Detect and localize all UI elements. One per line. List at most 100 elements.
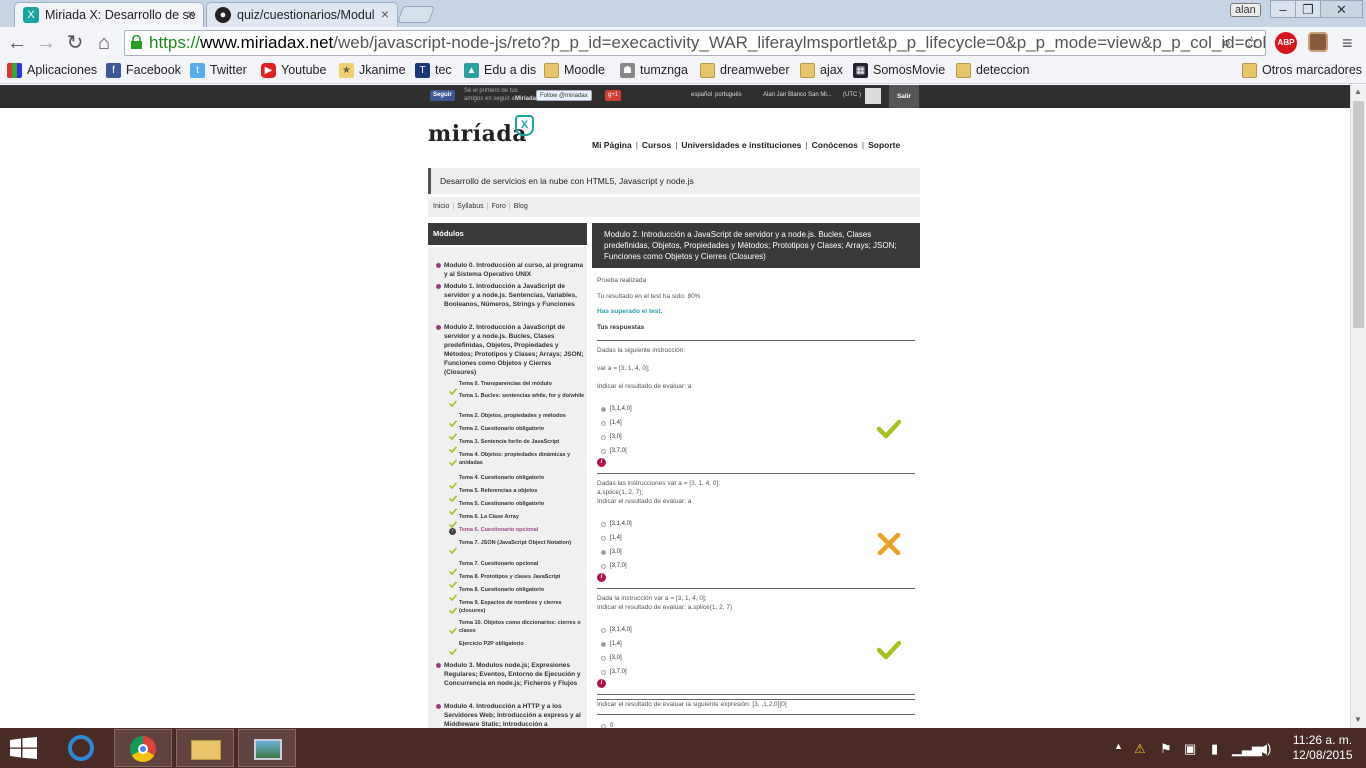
back-icon[interactable]: ← (5, 31, 29, 55)
info-icon[interactable]: i (597, 679, 606, 688)
sidebar-module-4[interactable]: Modulo 4. Introducción a HTTP y a los Se… (444, 702, 584, 728)
tab-miriada[interactable]: X Miriada X: Desarrollo de se × (14, 2, 204, 27)
avatar[interactable] (865, 88, 881, 104)
warning-icon[interactable]: ⚠ (1134, 741, 1146, 757)
sidebar-tema-item[interactable]: Tema 6. Cuestionario opcional (459, 527, 585, 535)
sidebar-tema-item[interactable]: Ejercicio P2P obligatorio (459, 641, 585, 649)
chrome-icon[interactable] (114, 729, 172, 767)
sidebar-tema-item[interactable]: Tema 10. Objetos como diccionarios: cier… (459, 620, 585, 635)
instagram-icon[interactable] (1308, 32, 1328, 52)
user-name[interactable]: Alan Jair Blanco San Mi... (763, 92, 832, 98)
sidebar-tema-item[interactable]: Tema 5. Cuestionario obligatorio (459, 501, 585, 509)
close-window-icon[interactable]: ✕ (1320, 0, 1363, 18)
reload-icon[interactable]: ↻ (63, 31, 87, 55)
answer-radio[interactable] (601, 550, 606, 555)
bookmark-moodle[interactable]: Moodle (544, 63, 605, 78)
logout-button[interactable]: Salir (889, 85, 919, 108)
bookmark-apps[interactable]: Aplicaciones (7, 63, 97, 78)
answer-radio[interactable] (601, 564, 606, 569)
gplus-button[interactable]: g+1 (605, 90, 622, 101)
scroll-thumb[interactable] (1353, 101, 1364, 328)
info-icon[interactable]: i (597, 573, 606, 582)
sidebar-tema-item[interactable]: Tema 7. Cuestionario opcional (459, 561, 585, 569)
sidebar-module-1[interactable]: Modulo 1. Introducción a JavaScript de s… (444, 282, 584, 309)
bookmark-somosmovie[interactable]: ▦ SomosMovie (853, 63, 945, 78)
sidebar-module-3[interactable]: Modulo 3. Modulos node.js; Expresiones R… (444, 661, 584, 688)
file-explorer-icon[interactable] (176, 729, 234, 767)
facebook-follow-button[interactable]: Seguir (430, 90, 455, 101)
answer-radio[interactable] (601, 656, 606, 661)
sidebar-tema-item[interactable]: Tema 4. Cuestionario obligatorio (459, 475, 585, 483)
sidebar-tema-item[interactable]: Tema 0. Transparencias del módulo (459, 381, 585, 389)
adblock-icon[interactable]: ABP (1275, 32, 1297, 54)
bookmark-tec[interactable]: Ttec (415, 63, 452, 78)
system-clock[interactable]: 11:26 a. m. 12/08/2015 (1285, 733, 1360, 763)
subnav-inicio[interactable]: Inicio (433, 203, 449, 210)
sidebar-tema-item[interactable]: Tema 2. Cuestionario obligatorio (459, 426, 585, 434)
profile-button[interactable]: alan (1230, 3, 1261, 17)
sidebar-tema-item[interactable]: Tema 6. La Clase Array (459, 514, 585, 522)
tray-expand-icon[interactable]: ▲ (1114, 741, 1123, 751)
scroll-down-icon[interactable]: ▼ (1354, 715, 1362, 724)
nav-universidades[interactable]: Universidades e instituciones (681, 140, 801, 150)
bookmark-facebook[interactable]: f Facebook (106, 63, 181, 78)
photos-icon[interactable] (238, 729, 296, 767)
lang-pt-link[interactable]: português (715, 92, 742, 98)
bookmark-edu[interactable]: ▲ Edu a dis (464, 63, 536, 78)
bookmark-ajax[interactable]: ajax (800, 63, 843, 78)
sidebar-tema-item[interactable]: Tema 5. Referencias a objetos (459, 488, 585, 496)
bookmark-dreamweber[interactable]: dreamweber (700, 63, 789, 78)
sidebar-module-0[interactable]: Modulo 0. Introducción al curso, al prog… (444, 261, 584, 279)
search-icon[interactable]: ⌕ (1222, 33, 1232, 53)
site-logo[interactable]: miríada (428, 121, 527, 147)
bookmark-tumznga[interactable]: ☗ tumznga (620, 63, 688, 78)
sidebar-tema-item[interactable]: Tema 1. Bucles: sentencias while, for y … (459, 393, 585, 401)
scroll-up-icon[interactable]: ▲ (1354, 87, 1362, 96)
nav-soporte[interactable]: Soporte (868, 140, 900, 150)
battery-icon[interactable]: ▮ (1211, 741, 1218, 757)
subnav-blog[interactable]: Blog (514, 203, 528, 210)
nav-conocenos[interactable]: Conócenos (812, 140, 858, 150)
sidebar-module-2[interactable]: Modulo 2. Introducción a JavaScript de s… (444, 323, 584, 377)
sidebar-tema-item[interactable]: Tema 4. Objetos: propiedades dinámicas y… (459, 452, 585, 467)
bookmark-deteccion[interactable]: deteccion (956, 63, 1030, 78)
close-icon[interactable]: × (187, 6, 195, 22)
answer-radio[interactable] (601, 642, 606, 647)
sidebar-tema-item[interactable]: Tema 2. Objetos, propiedades y métodos (459, 413, 585, 421)
page-scrollbar[interactable]: ▲ ▼ (1350, 85, 1366, 728)
info-icon[interactable]: i (597, 458, 606, 467)
answer-radio[interactable] (601, 421, 606, 426)
nav-cursos[interactable]: Cursos (642, 140, 671, 150)
sidebar-tema-item[interactable]: Tema 7. JSON (JavaScript Object Notation… (459, 540, 585, 548)
sidebar-tema-item[interactable]: Tema 3. Sentencia for/in de JavaScript (459, 439, 585, 447)
answer-radio[interactable] (601, 536, 606, 541)
answer-radio[interactable] (601, 522, 606, 527)
sidebar-tema-item[interactable]: Tema 8. Prototipos y clases JavaScript (459, 574, 585, 582)
twitter-follow-button[interactable]: Follow @miriadax (536, 90, 592, 101)
answer-radio[interactable] (601, 435, 606, 440)
flag-icon[interactable]: ⚑ (1160, 741, 1172, 757)
maximize-icon[interactable]: ❐ (1295, 0, 1321, 18)
bookmark-jkanime[interactable]: ★ Jkanime (339, 63, 406, 78)
internet-explorer-icon[interactable] (52, 729, 110, 767)
bookmark-star-icon[interactable]: ☆ (1244, 33, 1259, 53)
volume-icon[interactable]: ◀) (1257, 741, 1271, 757)
home-icon[interactable]: ⌂ (92, 31, 116, 55)
menu-icon[interactable]: ≡ (1342, 33, 1353, 54)
bookmark-twitter[interactable]: t Twitter (190, 63, 247, 78)
subnav-syllabus[interactable]: Syllabus (457, 203, 483, 210)
minimize-icon[interactable]: – (1270, 0, 1296, 18)
tab-github[interactable]: ● quiz/cuestionarios/Modul × (206, 2, 398, 27)
lang-es-link[interactable]: español (691, 92, 712, 98)
answer-radio[interactable] (601, 449, 606, 454)
subnav-foro[interactable]: Foro (491, 203, 505, 210)
other-bookmarks[interactable]: Otros marcadores (1242, 63, 1362, 78)
nav-mi-pagina[interactable]: Mi Página (592, 140, 632, 150)
answer-radio[interactable] (601, 628, 606, 633)
close-icon[interactable]: × (381, 6, 389, 22)
answer-radio[interactable] (601, 670, 606, 675)
bookmark-youtube[interactable]: ▶ Youtube (261, 63, 326, 78)
windows-start-icon[interactable] (10, 737, 37, 759)
lock-icon[interactable] (130, 35, 143, 49)
new-tab-button[interactable] (396, 6, 436, 23)
